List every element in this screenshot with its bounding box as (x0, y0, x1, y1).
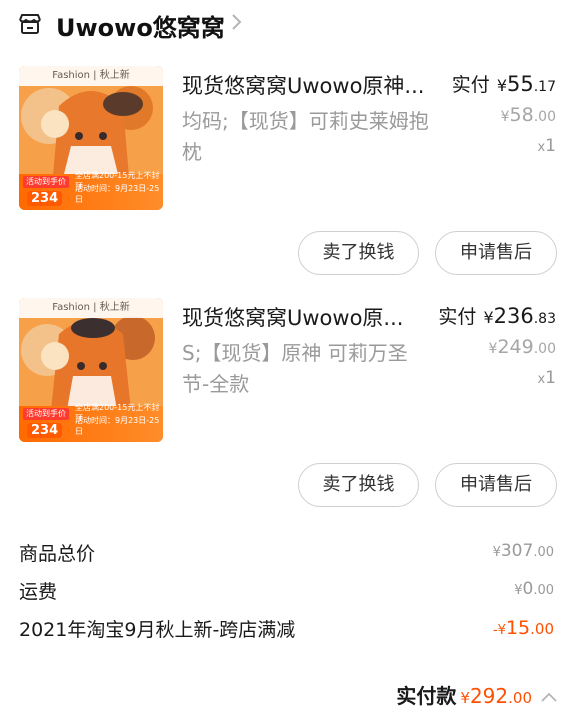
paid-price-int: 55 (507, 72, 534, 96)
discount-int: 15 (505, 617, 531, 639)
currency-symbol: ¥ (500, 109, 510, 125)
after-sale-button[interactable]: 申请售后 (435, 463, 557, 507)
store-icon (19, 14, 41, 34)
discount-dec: .00 (530, 620, 554, 638)
subtotal-row: 商品总价 ¥307.00 (0, 539, 572, 569)
discount-label: 2021年淘宝9月秋上新-跨店满减 (19, 619, 296, 641)
shop-header[interactable]: Uwowo悠窝窝 (0, 0, 572, 48)
thumb-banner: Fashion | 秋上新 (19, 298, 163, 318)
thumb-promo-date: 活动时间：9月23日-25日 (75, 416, 160, 436)
original-price: ¥58.00 (501, 104, 556, 126)
paid-price: 实付 ¥55.17 (452, 70, 556, 97)
paid-label: 实付 (438, 306, 477, 328)
original-price: ¥249.00 (489, 336, 556, 358)
thumb-promo-price: 234 (27, 191, 63, 206)
shipping-label: 运费 (19, 581, 58, 603)
thumb-promo-date: 活动时间：9月23日-25日 (75, 184, 160, 204)
currency-symbol: ¥ (492, 545, 501, 560)
subtotal-int: 307 (500, 541, 534, 561)
sell-for-cash-button[interactable]: 卖了换钱 (298, 231, 419, 275)
discount-value: -¥15.00 (493, 617, 554, 639)
thumb-banner: Fashion | 秋上新 (19, 66, 163, 86)
paid-price-dec: .83 (533, 311, 556, 327)
after-sale-button[interactable]: 申请售后 (435, 231, 557, 275)
currency-symbol: ¥ (483, 308, 494, 327)
product-sku: 均码;【现货】可莉史莱姆抱枕 (182, 109, 429, 164)
order-total[interactable]: 实付款 ¥292.00 (396, 680, 558, 709)
product-thumbnail[interactable]: Fashion | 秋上新 活动到手价 234 全店满200-15元上不封顶 活… (19, 298, 163, 442)
paid-label: 实付 (451, 74, 490, 96)
original-price-int: 58 (509, 104, 534, 126)
shipping-value: ¥0.00 (514, 579, 554, 599)
currency-symbol: ¥ (460, 689, 470, 707)
product-sku: S;【现货】原神 可莉万圣节-全款 (182, 341, 408, 396)
quantity: x1 (537, 136, 556, 156)
original-price-dec: .00 (533, 341, 556, 357)
thumb-promo-label: 活动到手价 (23, 408, 69, 420)
thumb-promo-label: 活动到手价 (23, 176, 69, 188)
original-price-dec: .00 (533, 109, 556, 125)
total-int: 292 (469, 684, 509, 708)
quantity-value: 1 (545, 136, 556, 156)
sell-for-cash-button[interactable]: 卖了换钱 (298, 463, 419, 507)
product-thumbnail[interactable]: Fashion | 秋上新 活动到手价 234 全店满200-15元上不封顶 活… (19, 66, 163, 210)
shop-name[interactable]: Uwowo悠窝窝 (56, 8, 225, 43)
shipping-row: 运费 ¥0.00 (0, 577, 572, 607)
currency-symbol: -¥ (492, 623, 506, 638)
shipping-int: 0 (522, 579, 534, 599)
quantity-value: 1 (545, 368, 556, 388)
paid-price: 实付 ¥236.83 (438, 302, 556, 329)
total-dec: .00 (508, 689, 532, 707)
thumb-promo-price: 234 (27, 423, 63, 438)
subtotal-label: 商品总价 (19, 543, 96, 565)
paid-price-int: 236 (493, 304, 534, 328)
paid-price-dec: .17 (533, 79, 556, 95)
product-title[interactable]: 现货悠窝窝Uwowo原... (182, 302, 422, 332)
quantity: x1 (537, 368, 556, 388)
subtotal-dec: .00 (533, 545, 554, 560)
currency-symbol: ¥ (496, 76, 507, 95)
discount-row: 2021年淘宝9月秋上新-跨店满减 -¥15.00 (0, 615, 572, 645)
total-label: 实付款 (396, 684, 457, 708)
original-price-int: 249 (497, 336, 534, 358)
chevron-up-icon[interactable] (540, 691, 558, 703)
shipping-dec: .00 (533, 583, 554, 598)
subtotal-value: ¥307.00 (493, 541, 554, 561)
product-title[interactable]: 现货悠窝窝Uwowo原神... (182, 70, 437, 100)
chevron-right-icon[interactable] (230, 12, 244, 32)
